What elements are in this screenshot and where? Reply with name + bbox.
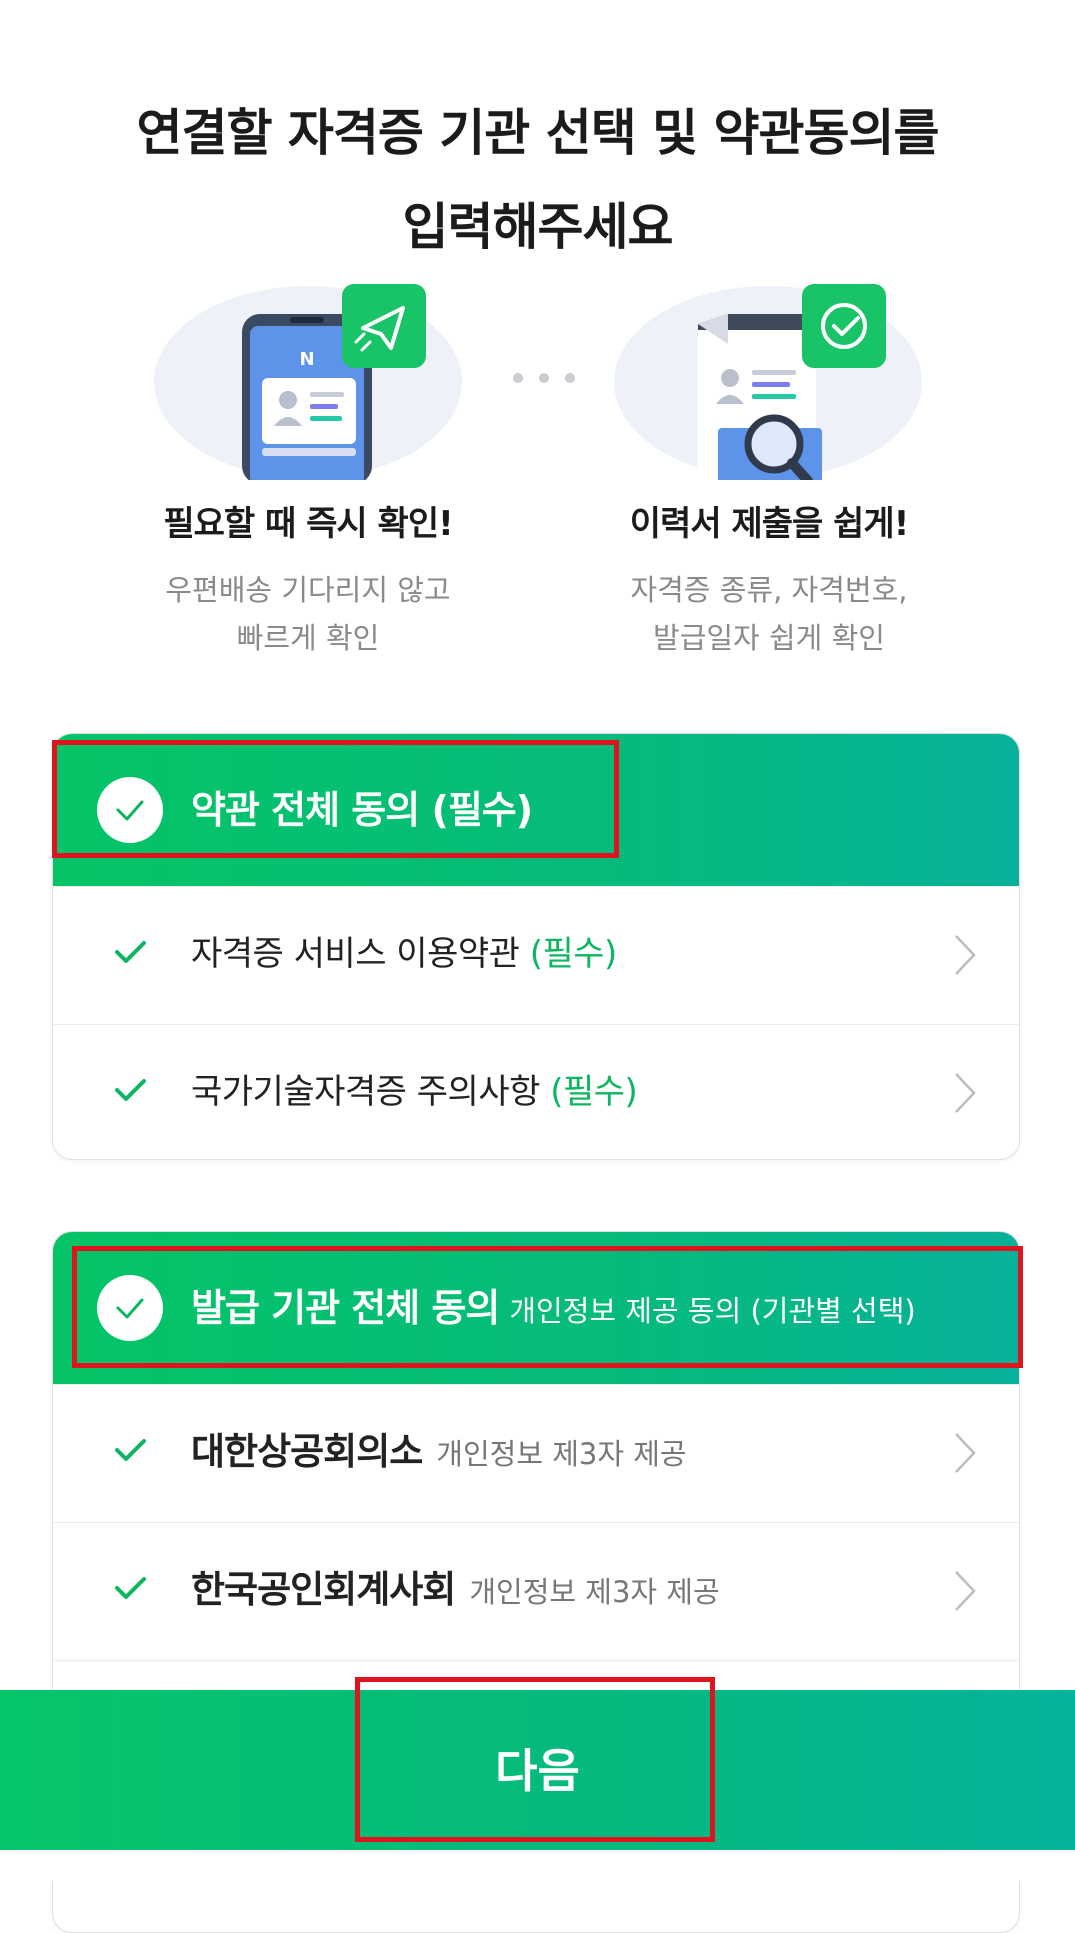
chevron-right-icon[interactable]	[953, 1569, 977, 1613]
check-icon[interactable]	[113, 1435, 149, 1465]
feature-desc-line: 우편배송 기다리지 않고	[165, 573, 451, 607]
check-circle-icon[interactable]	[97, 777, 163, 843]
phone-id-icon: N	[150, 280, 466, 486]
issuer-agree-all[interactable]: 발급 기관 전체 동의 개인정보 제공 동의 (기관별 선택)	[53, 1232, 1019, 1384]
page-title-line2: 입력해주세요	[402, 198, 674, 256]
chevron-right-icon[interactable]	[953, 1431, 977, 1475]
terms-item-text: 국가기술자격증 주의사항	[191, 1072, 540, 1112]
required-tag: (필수)	[529, 934, 618, 974]
page-title: 연결할 자격증 기관 선택 및 약관동의를 입력해주세요	[0, 86, 1075, 274]
feature-desc-resume: 자격증 종류, 자격번호, 발급일자 쉽게 확인	[539, 566, 999, 662]
terms-item-label: 국가기술자격증 주의사항 (필수)	[191, 1067, 638, 1117]
document-check-icon	[610, 280, 926, 486]
bottom-action-bar: 다음	[0, 1690, 1075, 1850]
issuer-sub: 개인정보 제3자 제공	[469, 1575, 720, 1609]
issuer-sub: 개인정보 제3자 제공	[436, 1437, 687, 1471]
terms-agree-all[interactable]: 약관 전체 동의 (필수)	[53, 734, 1019, 886]
dots-divider-icon	[510, 370, 580, 386]
svg-text:N: N	[299, 349, 314, 370]
terms-item-text: 자격증 서비스 이용약관	[191, 934, 520, 974]
check-icon[interactable]	[113, 1573, 149, 1603]
issuer-item-kcci[interactable]: 대한상공회의소 개인정보 제3자 제공	[53, 1384, 1019, 1522]
issuer-agree-all-sub: 개인정보 제공 동의 (기관별 선택)	[509, 1294, 916, 1328]
feature-desc-line: 발급일자 쉽게 확인	[653, 621, 885, 655]
chevron-right-icon[interactable]	[953, 1071, 977, 1115]
issuer-agree-all-text: 발급 기관 전체 동의	[191, 1286, 500, 1330]
issuer-item-kicpa[interactable]: 한국공인회계사회 개인정보 제3자 제공	[53, 1522, 1019, 1660]
check-circle-icon[interactable]	[97, 1275, 163, 1341]
terms-agreement-card: 약관 전체 동의 (필수) 자격증 서비스 이용약관 (필수) 국가기술자격증 …	[52, 733, 1020, 1160]
feature-desc-line: 빠르게 확인	[236, 621, 380, 655]
issuer-name: 대한상공회의소	[191, 1430, 423, 1473]
check-icon[interactable]	[113, 1075, 149, 1105]
page-title-line1: 연결할 자격증 기관 선택 및 약관동의를	[136, 104, 939, 162]
terms-item-service[interactable]: 자격증 서비스 이용약관 (필수)	[53, 886, 1019, 1024]
next-button[interactable]: 다음	[0, 1690, 1075, 1850]
feature-desc-line: 자격증 종류, 자격번호,	[630, 573, 908, 607]
issuer-item-label: 한국공인회계사회 개인정보 제3자 제공	[191, 1565, 720, 1617]
terms-item-label: 자격증 서비스 이용약관 (필수)	[191, 929, 617, 979]
terms-item-notice[interactable]: 국가기술자격증 주의사항 (필수)	[53, 1024, 1019, 1159]
terms-agree-all-label: 약관 전체 동의 (필수)	[191, 788, 533, 832]
feature-title-resume: 이력서 제출을 쉽게!	[629, 504, 909, 544]
check-icon[interactable]	[113, 937, 149, 967]
issuer-agree-all-label: 발급 기관 전체 동의 개인정보 제공 동의 (기관별 선택)	[191, 1280, 916, 1339]
feature-title-instant: 필요할 때 즉시 확인!	[163, 504, 453, 544]
bottom-safe-area	[0, 1850, 1075, 1881]
feature-desc-instant: 우편배송 기다리지 않고 빠르게 확인	[78, 566, 538, 662]
issuer-name: 한국공인회계사회	[191, 1568, 456, 1611]
chevron-right-icon[interactable]	[953, 933, 977, 977]
issuer-item-label: 대한상공회의소 개인정보 제3자 제공	[191, 1427, 687, 1479]
required-tag: (필수)	[550, 1072, 638, 1112]
